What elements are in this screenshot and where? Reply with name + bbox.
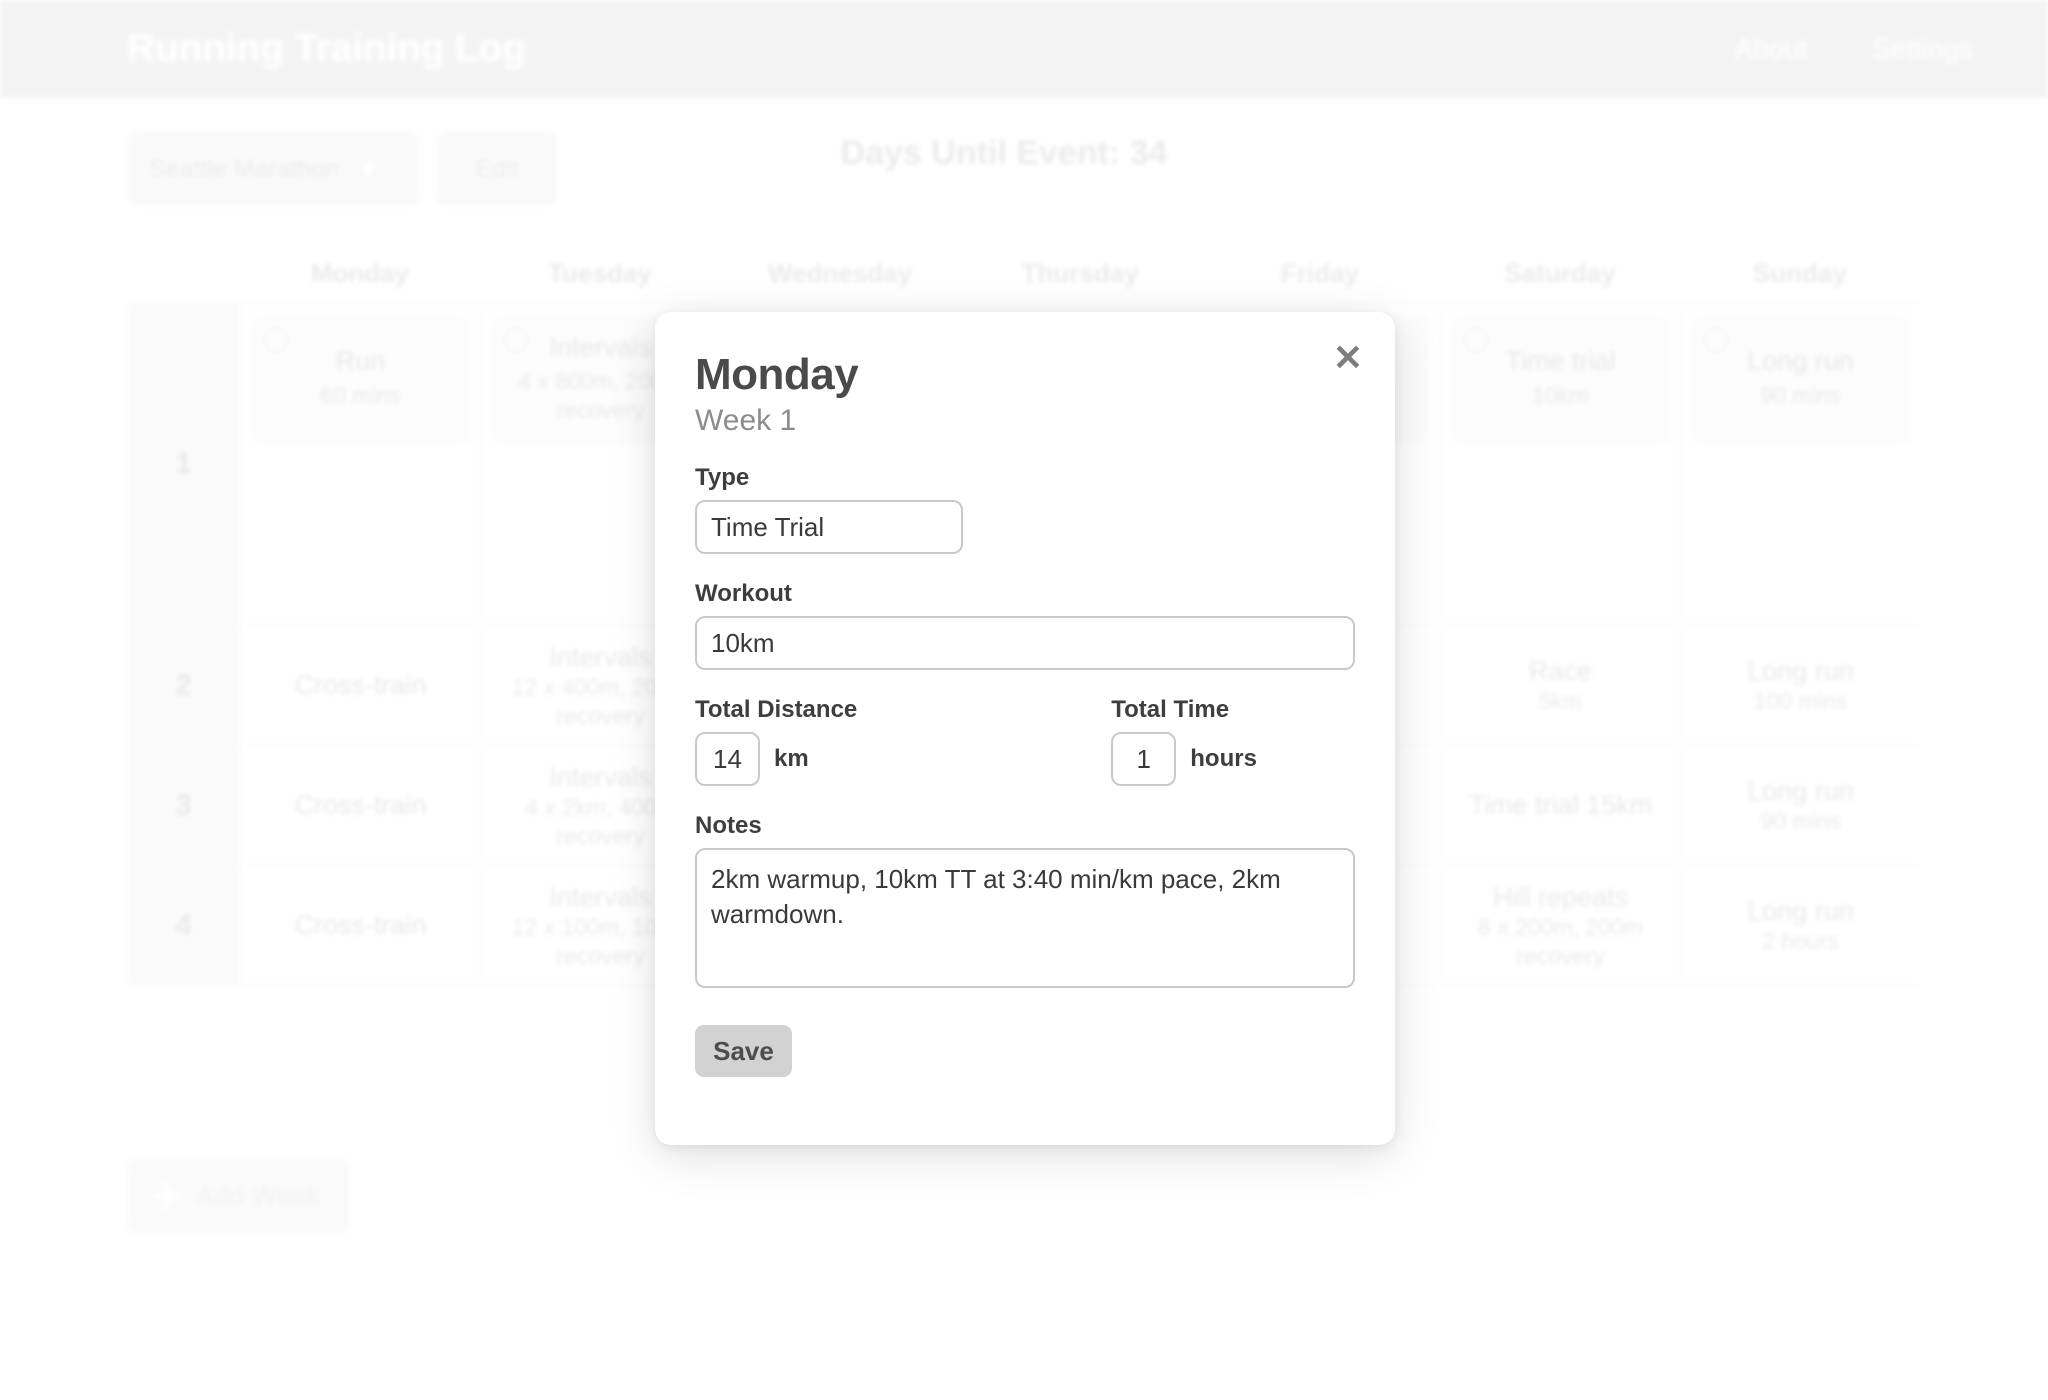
week-column-header xyxy=(127,244,240,302)
workout-title: Hill repeats xyxy=(1492,881,1629,912)
workout-summary[interactable]: Cross-train xyxy=(294,669,426,701)
calendar-header-row: Monday Tuesday Wednesday Thursday Friday… xyxy=(127,244,1920,302)
notes-label: Notes xyxy=(695,812,762,839)
day-header-sunday: Sunday xyxy=(1753,257,1847,288)
top-navbar: Running Training Log About Settings xyxy=(0,0,2048,98)
workout-detail: 100 mins xyxy=(1753,688,1848,715)
type-label: Type xyxy=(695,464,750,491)
workout-summary[interactable]: Race 5km xyxy=(1529,655,1592,716)
total-distance-row: km xyxy=(695,732,857,786)
workout-label: Workout xyxy=(695,580,792,607)
workout-title: Long run xyxy=(1747,655,1854,686)
type-input[interactable] xyxy=(695,500,963,554)
add-week-label: Add Week xyxy=(196,1180,321,1211)
total-distance-group: Total Distance km xyxy=(695,696,857,786)
total-time-row: hours xyxy=(1111,732,1257,786)
total-distance-label: Total Distance xyxy=(695,696,858,723)
workout-detail: 8 x 200m, 200m recovery xyxy=(1478,913,1643,969)
add-week-button[interactable]: Add Week xyxy=(127,1158,350,1234)
day-cell[interactable]: Cross-train xyxy=(240,626,480,745)
workout-detail: 10km xyxy=(1532,382,1589,409)
workout-detail: 90 mins xyxy=(1760,808,1841,835)
day-cell[interactable]: Hill repeats 8 x 200m, 200m recovery xyxy=(1440,866,1680,985)
dialog-day-title: Monday xyxy=(695,350,859,399)
workout-title: Time trial 15km xyxy=(1468,790,1653,821)
days-until-event: Days Until Event: 34 xyxy=(840,133,1168,172)
notes-textarea[interactable] xyxy=(695,848,1355,988)
week-number: 3 xyxy=(127,746,240,865)
day-header-saturday: Saturday xyxy=(1504,257,1616,288)
workout-summary[interactable]: Time trial 15km xyxy=(1469,789,1653,821)
workout-complete-checkbox[interactable] xyxy=(503,327,529,353)
workout-detail: 60 mins xyxy=(320,382,401,409)
nav-link-settings[interactable]: Settings xyxy=(1872,33,1973,65)
workout-input[interactable] xyxy=(695,616,1355,670)
total-time-label: Total Time xyxy=(1111,696,1230,723)
day-cell[interactable]: Race 5km xyxy=(1440,626,1680,745)
metrics-row: Total Distance km Total Time hours xyxy=(695,696,1355,786)
day-cell[interactable]: Long run 90 mins xyxy=(1680,746,1920,865)
workout-edit-dialog: ✕ Monday Week 1 Type Workout Total Dista… xyxy=(655,312,1395,1145)
workout-summary[interactable]: Long run 100 mins xyxy=(1747,655,1854,716)
workout-title: Cross-train xyxy=(294,910,427,941)
workout-title: Time trial xyxy=(1505,346,1616,377)
day-header-tuesday: Tuesday xyxy=(548,257,652,288)
workout-detail: 2 hours xyxy=(1762,928,1839,955)
workout-summary[interactable]: Long run 90 mins xyxy=(1747,775,1854,836)
workout-title: Race xyxy=(1528,655,1593,686)
time-unit: hours xyxy=(1190,745,1257,772)
workout-card[interactable]: Long run 90 mins xyxy=(1691,315,1910,445)
day-header-monday: Monday xyxy=(310,257,410,288)
save-button[interactable]: Save xyxy=(695,1025,792,1077)
day-cell[interactable]: Cross-train xyxy=(240,866,480,985)
app-root: Running Training Log About Settings Seat… xyxy=(0,0,2048,1400)
day-header-wednesday: Wednesday xyxy=(767,257,912,288)
day-cell[interactable]: Long run 90 mins xyxy=(1680,303,1920,625)
workout-summary[interactable]: Long run 2 hours xyxy=(1747,895,1854,956)
workout-title: Cross-train xyxy=(294,790,427,821)
close-icon[interactable]: ✕ xyxy=(1333,340,1363,376)
week-number: 2 xyxy=(127,626,240,745)
nav-links: About Settings xyxy=(1735,33,1973,65)
week-number: 1 xyxy=(127,303,240,625)
total-time-group: Total Time hours xyxy=(1111,696,1257,786)
workout-summary[interactable]: Cross-train xyxy=(294,909,426,941)
distance-unit: km xyxy=(774,745,809,772)
workout-summary[interactable]: Hill repeats 8 x 200m, 200m recovery xyxy=(1451,881,1670,971)
day-header-friday: Friday xyxy=(1280,257,1360,288)
day-cell[interactable]: Time trial 10km xyxy=(1440,303,1680,625)
workout-title: Run xyxy=(335,346,386,377)
day-cell[interactable]: Cross-train xyxy=(240,746,480,865)
total-distance-input[interactable] xyxy=(695,732,760,786)
workout-title: Intervals xyxy=(549,331,652,362)
workout-title: Long run xyxy=(1747,346,1854,377)
dialog-week-subtitle: Week 1 xyxy=(695,404,797,437)
day-header-thursday: Thursday xyxy=(1021,257,1139,288)
week-number: 4 xyxy=(127,866,240,985)
total-time-input[interactable] xyxy=(1111,732,1177,786)
day-cell[interactable]: Long run 2 hours xyxy=(1680,866,1920,985)
plus-icon xyxy=(154,1183,180,1209)
day-cell[interactable]: Long run 100 mins xyxy=(1680,626,1920,745)
workout-detail: 90 mins xyxy=(1760,382,1841,409)
workout-title: Long run xyxy=(1747,775,1854,806)
workout-title: Long run xyxy=(1747,895,1854,926)
day-cell[interactable]: Run 60 mins xyxy=(240,303,480,625)
workout-complete-checkbox[interactable] xyxy=(1463,327,1489,353)
nav-link-about[interactable]: About xyxy=(1735,33,1808,65)
toolbar: Seattle Marathon ▼ Edit Days Until Event… xyxy=(0,98,2048,208)
workout-complete-checkbox[interactable] xyxy=(263,327,289,353)
workout-title: Cross-train xyxy=(294,670,427,701)
app-title: Running Training Log xyxy=(127,27,526,70)
workout-complete-checkbox[interactable] xyxy=(1703,327,1729,353)
day-cell[interactable]: Time trial 15km xyxy=(1440,746,1680,865)
workout-detail: 5km xyxy=(1538,688,1583,715)
workout-card[interactable]: Run 60 mins xyxy=(251,315,470,445)
workout-card[interactable]: Time trial 10km xyxy=(1451,315,1670,445)
workout-summary[interactable]: Cross-train xyxy=(294,789,426,821)
